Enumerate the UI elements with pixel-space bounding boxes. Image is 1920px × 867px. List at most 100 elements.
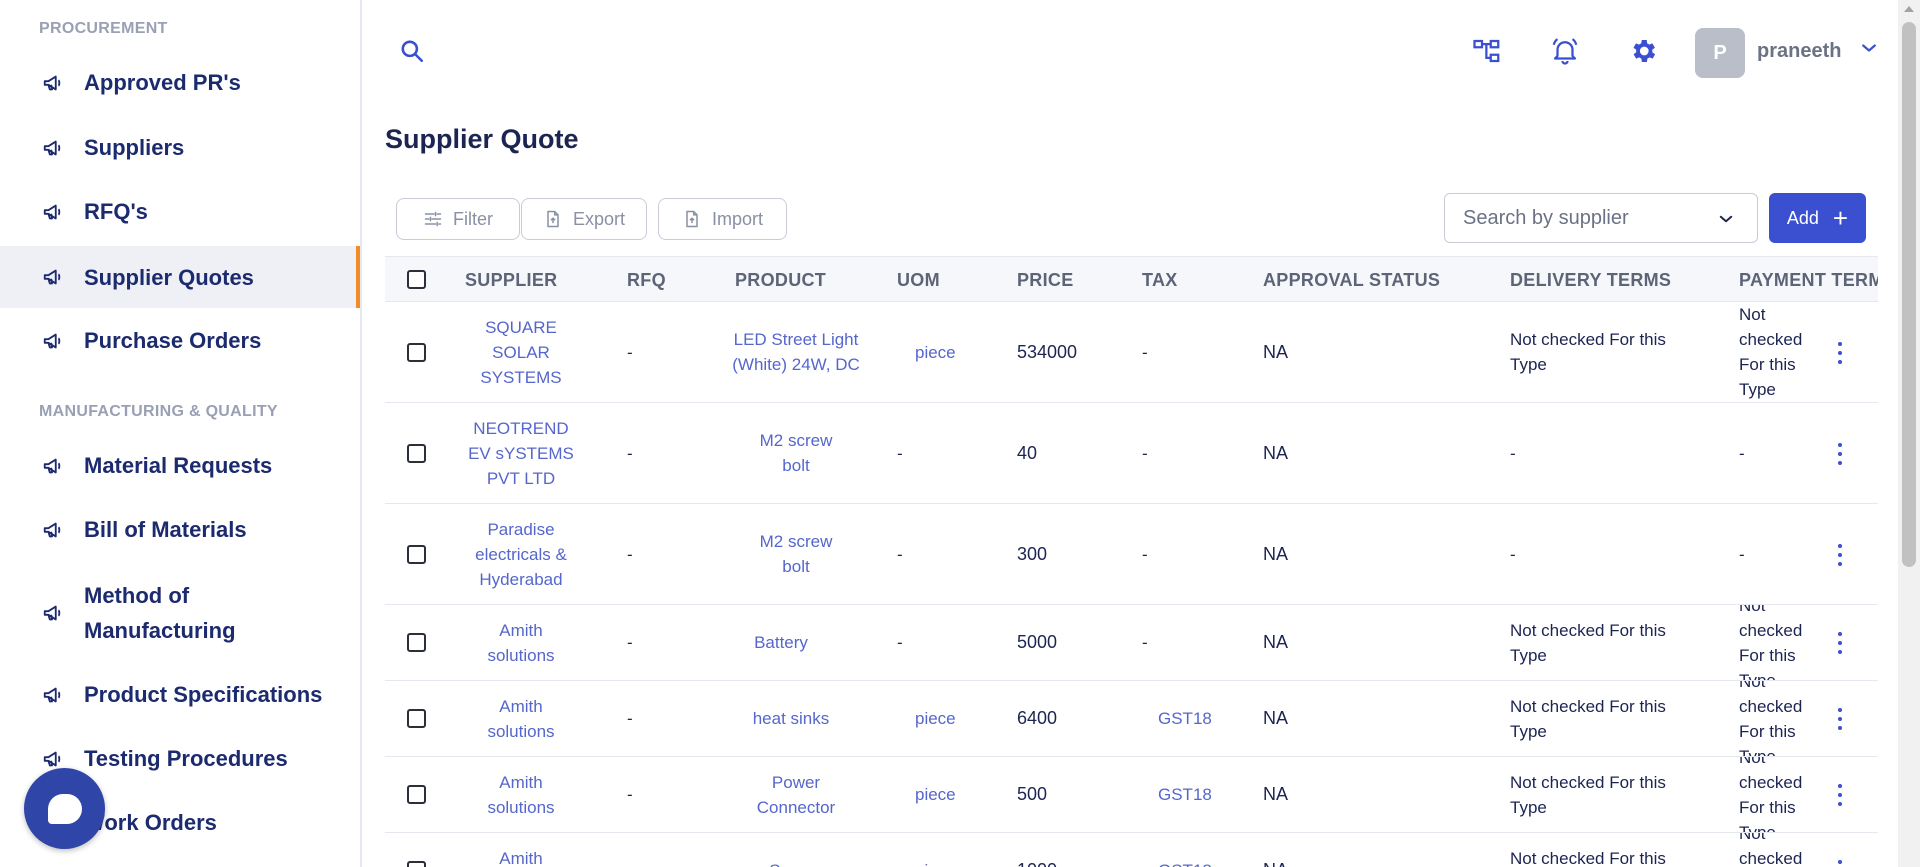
row-checkbox[interactable] <box>407 444 426 463</box>
sidebar-section-title-manufacturing: MANUFACTURING & QUALITY <box>39 403 278 420</box>
tax-cell: - <box>1142 443 1148 463</box>
sidebar-item-supplier-quotes[interactable]: Supplier Quotes <box>0 246 360 308</box>
row-actions-kebab-icon[interactable] <box>1837 544 1843 566</box>
scrollbar-thumb[interactable] <box>1902 22 1916 567</box>
sidebar-item-label: Testing Procedures <box>84 746 288 771</box>
column-header-product[interactable]: PRODUCT <box>735 257 826 303</box>
search-icon[interactable] <box>399 38 425 64</box>
price-cell: 1000 <box>1017 833 1057 867</box>
uom-link[interactable]: piece <box>915 302 956 402</box>
row-checkbox[interactable] <box>407 633 426 652</box>
supplier-link[interactable]: NEOTREND EV sYSTEMS PVT LTD <box>465 403 577 503</box>
column-header-approval-status[interactable]: APPROVAL STATUS <box>1263 257 1440 303</box>
sidebar-item-purchase-orders[interactable]: Purchase Orders <box>0 323 360 358</box>
approval-status-cell: NA <box>1263 784 1289 804</box>
sidebar-item-approved-prs[interactable]: Approved PR's <box>0 65 360 100</box>
supplier-link[interactable]: Amith solutions <box>465 681 577 756</box>
tax-link[interactable]: GST18 <box>1158 681 1212 756</box>
bell-icon[interactable] <box>1550 36 1580 66</box>
table-row[interactable]: Paradise electricals & Hyderabad - M2 sc… <box>385 504 1878 605</box>
megaphone-icon <box>43 269 61 285</box>
delivery-terms-cell: Not checked For this Type <box>1510 848 1666 867</box>
uom-link[interactable]: piece <box>915 681 956 756</box>
sidebar-item-label: RFQ's <box>84 199 148 224</box>
row-actions-kebab-icon[interactable] <box>1837 860 1843 867</box>
table-row[interactable]: Amith solutions - Battery - 5000 - NA No… <box>385 605 1878 681</box>
approval-status-cell: NA <box>1263 442 1289 463</box>
export-button[interactable]: Export <box>521 198 647 240</box>
import-button[interactable]: Import <box>658 198 787 240</box>
sidebar-item-label: Bill of Materials <box>84 517 247 542</box>
table-row[interactable]: Amith solutions - Power Connector piece … <box>385 757 1878 833</box>
column-header-tax[interactable]: TAX <box>1142 257 1178 303</box>
chevron-down-icon[interactable] <box>1859 38 1879 58</box>
delivery-terms-cell: Not checked For this Type <box>1510 620 1666 665</box>
price-cell: 300 <box>1017 543 1048 564</box>
supplier-search-select[interactable]: Search by supplier <box>1444 193 1758 243</box>
uom-link[interactable]: piece <box>915 757 956 832</box>
product-link[interactable]: M2 screw bolt <box>746 403 846 503</box>
table-row[interactable]: Amith solutions - heat sinks piece 6400 … <box>385 681 1878 757</box>
product-link[interactable]: Battery <box>731 605 831 680</box>
add-button[interactable]: Add + <box>1769 193 1866 243</box>
delivery-terms-cell: Not checked For this Type <box>1510 696 1666 741</box>
product-link[interactable]: LED Street Light (White) 24W, DC <box>731 302 861 402</box>
scroll-up-arrow-icon[interactable] <box>1904 6 1914 12</box>
supplier-link[interactable]: Paradise electricals & Hyderabad <box>465 504 577 604</box>
row-actions-kebab-icon[interactable] <box>1837 784 1843 806</box>
org-chart-icon[interactable] <box>1472 36 1502 66</box>
rfq-cell: - <box>627 443 633 463</box>
table-row[interactable]: Amith solutions - Screen piece 1000 GST1… <box>385 833 1878 867</box>
rfq-cell: - <box>627 342 633 362</box>
rfq-cell: - <box>627 833 633 867</box>
product-link[interactable]: Power Connector <box>746 757 846 832</box>
page-title: Supplier Quote <box>385 124 579 154</box>
row-checkbox[interactable] <box>407 545 426 564</box>
supplier-link[interactable]: Amith solutions <box>465 605 577 680</box>
username-label[interactable]: praneeth <box>1757 40 1841 63</box>
row-actions-kebab-icon[interactable] <box>1837 342 1843 364</box>
row-actions-kebab-icon[interactable] <box>1837 443 1843 465</box>
column-header-delivery-terms[interactable]: DELIVERY TERMS <box>1510 257 1671 303</box>
select-all-checkbox[interactable] <box>407 270 426 289</box>
supplier-link[interactable]: Amith solutions <box>465 757 577 832</box>
row-checkbox[interactable] <box>407 785 426 804</box>
sidebar-item-rfqs[interactable]: RFQ's <box>0 194 360 229</box>
chevron-down-icon <box>1719 215 1733 223</box>
column-header-supplier[interactable]: SUPPLIER <box>465 257 557 303</box>
table-row[interactable]: NEOTREND EV sYSTEMS PVT LTD - M2 screw b… <box>385 403 1878 504</box>
table-row[interactable]: SQUARE SOLAR SYSTEMS - LED Street Light … <box>385 302 1878 403</box>
tax-link[interactable]: GST18 <box>1158 757 1212 832</box>
uom-link[interactable]: piece <box>915 833 956 867</box>
tax-link[interactable]: GST18 <box>1158 833 1212 867</box>
page-scrollbar[interactable] <box>1898 0 1920 867</box>
product-link[interactable]: heat sinks <box>731 681 851 756</box>
row-checkbox[interactable] <box>407 861 426 867</box>
column-header-rfq[interactable]: RFQ <box>627 257 666 303</box>
supplier-link[interactable]: Amith solutions <box>465 833 577 867</box>
column-header-uom[interactable]: UOM <box>897 257 940 303</box>
gear-icon[interactable] <box>1628 36 1658 66</box>
row-actions-kebab-icon[interactable] <box>1837 708 1843 730</box>
filter-label: Filter <box>453 208 493 229</box>
column-header-payment-terms[interactable]: PAYMENT TERMS <box>1739 257 1878 303</box>
sidebar-item-method-of-manufacturing[interactable]: Method of Manufacturing <box>0 578 360 648</box>
sidebar-item-product-specifications[interactable]: Product Specifications <box>0 677 360 712</box>
sidebar-item-bill-of-materials[interactable]: Bill of Materials <box>0 512 360 547</box>
avatar[interactable]: P <box>1695 28 1745 78</box>
row-checkbox[interactable] <box>407 709 426 728</box>
megaphone-icon <box>43 140 61 155</box>
sidebar-item-material-requests[interactable]: Material Requests <box>0 448 360 483</box>
product-link[interactable]: M2 screw bolt <box>746 504 846 604</box>
sidebar-item-suppliers[interactable]: Suppliers <box>0 130 360 165</box>
product-link[interactable]: Screen <box>746 833 846 867</box>
payment-terms-cell: - <box>1739 443 1745 463</box>
column-header-price[interactable]: PRICE <box>1017 257 1074 303</box>
chat-launcher-button[interactable] <box>24 768 105 849</box>
supplier-link[interactable]: SQUARE SOLAR SYSTEMS <box>473 302 569 402</box>
row-actions-kebab-icon[interactable] <box>1837 632 1843 654</box>
payment-terms-cell: Not checked For this Type <box>1739 605 1803 680</box>
filter-button[interactable]: Filter <box>396 198 520 240</box>
sidebar-item-label: Material Requests <box>84 453 273 478</box>
row-checkbox[interactable] <box>407 343 426 362</box>
